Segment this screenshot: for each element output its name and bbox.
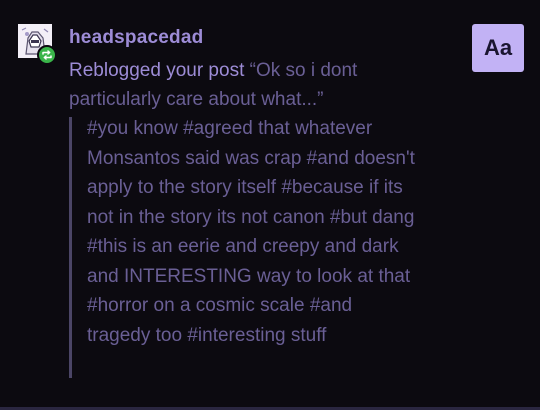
reblog-icon	[42, 50, 52, 60]
notification-card[interactable]: headspacedad Reblogged your post “Ok so …	[0, 0, 540, 410]
reblog-badge	[37, 45, 57, 65]
action-text: Reblogged your post	[69, 60, 245, 81]
username-link[interactable]: headspacedad	[69, 27, 203, 49]
text-format-button[interactable]: Aa	[472, 24, 524, 72]
tags-quote-bar	[69, 117, 72, 378]
reblog-tags: #you know #agreed that whatever Monsanto…	[87, 118, 415, 346]
activity-line: Reblogged your post “Ok so i dont partic…	[69, 56, 399, 114]
